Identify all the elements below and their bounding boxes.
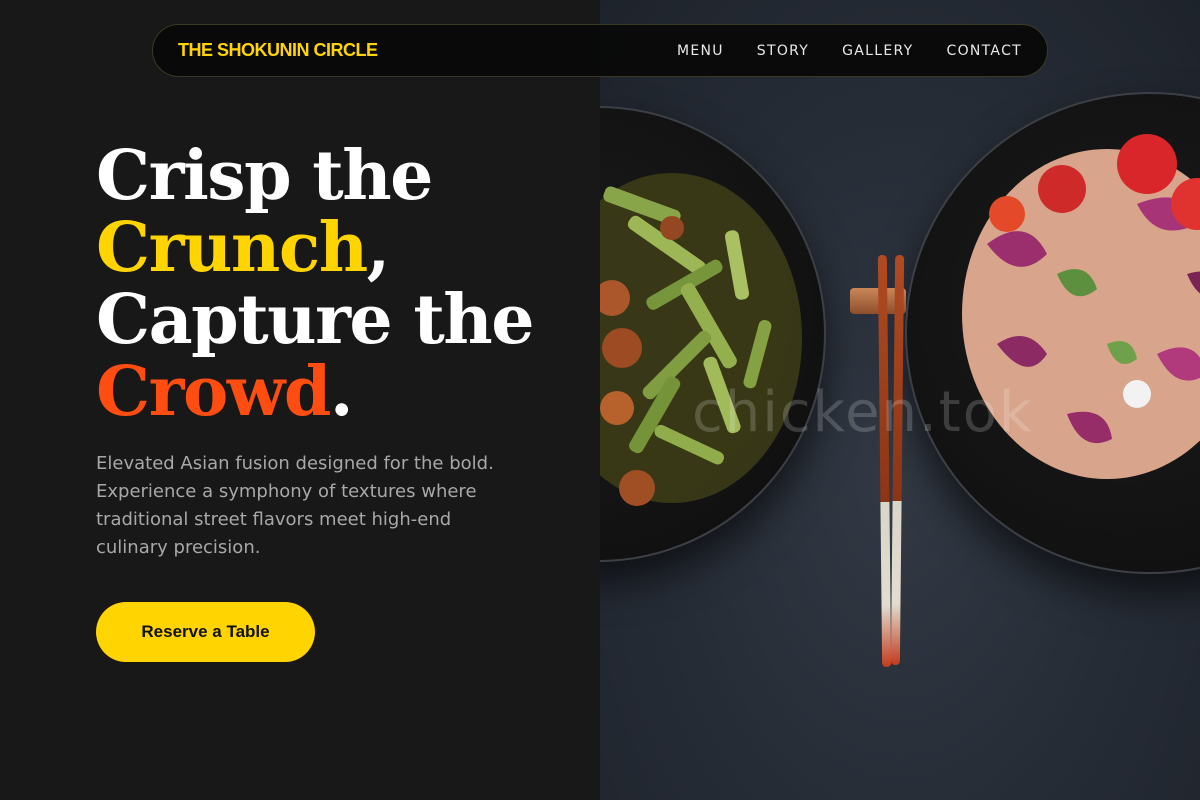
headline-line-3: Capture the — [96, 280, 534, 360]
stir-fry-bowl — [600, 106, 826, 562]
nav-link-story[interactable]: STORY — [757, 43, 809, 59]
image-watermark: chicken.tok — [692, 380, 1034, 445]
hero-food-image: chicken.tok — [600, 0, 1200, 800]
headline-line-1: Crisp the — [96, 136, 433, 216]
nav-links: MENU STORY GALLERY CONTACT — [677, 43, 1022, 59]
top-navigation: THE SHOKUNIN CIRCLE MENU STORY GALLERY C… — [152, 24, 1048, 77]
salad-bowl — [905, 92, 1200, 574]
brand-logo[interactable]: THE SHOKUNIN CIRCLE — [178, 40, 378, 61]
headline-comma: , — [366, 208, 391, 288]
headline-crowd: Crowd — [96, 352, 331, 432]
hero-headline: Crisp the Crunch, Capture the Crowd. — [96, 140, 534, 428]
headline-crunch: Crunch — [96, 208, 368, 288]
salad-food-icon — [962, 134, 1200, 479]
stir-fry-food-icon — [600, 173, 802, 506]
nav-link-contact[interactable]: CONTACT — [947, 43, 1023, 59]
hero-description: Elevated Asian fusion designed for the b… — [96, 453, 494, 558]
reserve-table-button[interactable]: Reserve a Table — [96, 602, 315, 662]
nav-link-gallery[interactable]: GALLERY — [842, 43, 913, 59]
chopstick-right — [890, 254, 905, 666]
hero-text-panel: Crisp the Crunch, Capture the Crowd. Ele… — [0, 0, 600, 800]
chopsticks-icon — [877, 254, 892, 668]
nav-link-menu[interactable]: MENU — [677, 43, 724, 59]
headline-period: . — [329, 352, 354, 432]
